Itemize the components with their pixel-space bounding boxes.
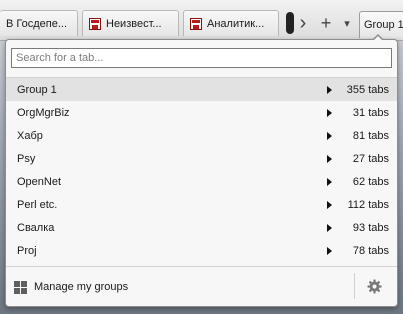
chevron-down-icon: ▾ [344,17,350,30]
group-name: Psy [17,152,36,165]
partial-tab[interactable] [286,12,294,34]
document-icon [190,17,202,30]
document-icon [89,17,101,30]
tab-title: Неизвест... [106,17,162,30]
submenu-arrow-icon [327,86,332,94]
settings-button[interactable] [365,277,383,295]
group-tab-count: 81 tabs [352,129,389,142]
group-row-perl-etc[interactable]: Perl etc. 112 tabs [6,193,397,216]
tab-groups-button-label: Group 1 [364,19,403,31]
browser-tab[interactable]: Неизвест... [82,10,179,36]
manage-groups-button[interactable]: Manage my groups [14,277,128,297]
group-name: Свалка [17,221,55,234]
group-name: OrgMgrBiz [17,106,70,119]
submenu-arrow-icon [327,132,332,140]
group-list: Group 1 355 tabs OrgMgrBiz 31 tabs Хабр … [6,78,397,262]
scroll-right-button[interactable]: › [296,12,310,34]
group-row-orgmgrbiz[interactable]: OrgMgrBiz 31 tabs [6,101,397,124]
group-name: Perl etc. [17,198,58,211]
gear-icon [366,278,382,294]
group-row-group-1[interactable]: Group 1 355 tabs [6,78,397,101]
group-row-habr[interactable]: Хабр 81 tabs [6,124,397,147]
tab-groups-panel: Group 1 355 tabs OrgMgrBiz 31 tabs Хабр … [5,39,398,307]
group-row-proj[interactable]: Proj 78 tabs [6,239,397,262]
browser-tab[interactable]: В Госдепе... [0,10,78,36]
browser-tab[interactable]: Аналитик... [183,10,279,36]
submenu-arrow-icon [327,178,332,186]
new-tab-button[interactable]: + [318,12,334,34]
group-tab-count: 27 tabs [352,152,389,165]
divider [354,273,355,299]
group-tab-count: 31 tabs [352,106,389,119]
plus-icon: + [320,12,332,33]
submenu-arrow-icon [327,224,332,232]
tab-strip: В Госдепе... Неизвест... Аналитик... › +… [0,0,403,41]
grid-icon [14,280,27,294]
submenu-arrow-icon [327,247,332,255]
group-name: OpenNet [17,175,62,188]
group-row-svalka[interactable]: Свалка 93 tabs [6,216,397,239]
tab-title: В Госдепе... [6,17,68,30]
group-name: Хабр [17,129,43,142]
search-input[interactable] [11,48,392,68]
tab-title: Аналитик... [207,17,265,30]
group-tab-count: 78 tabs [352,244,389,257]
group-tab-count: 112 tabs [347,198,389,211]
group-tab-count: 355 tabs [346,83,389,96]
panel-pointer-fill [373,35,383,41]
submenu-arrow-icon [327,109,332,117]
submenu-arrow-icon [327,155,332,163]
submenu-arrow-icon [327,201,332,209]
manage-groups-label: Manage my groups [34,281,129,293]
chevron-right-icon: › [299,12,307,34]
group-tab-count: 93 tabs [352,221,389,234]
group-name: Proj [17,244,37,257]
list-all-tabs-button[interactable]: ▾ [341,12,353,34]
group-row-opennet[interactable]: OpenNet 62 tabs [6,170,397,193]
group-name: Group 1 [17,83,57,96]
group-row-psy[interactable]: Psy 27 tabs [6,147,397,170]
search-box [11,48,392,68]
group-tab-count: 62 tabs [352,175,389,188]
panel-footer: Manage my groups [6,267,397,306]
